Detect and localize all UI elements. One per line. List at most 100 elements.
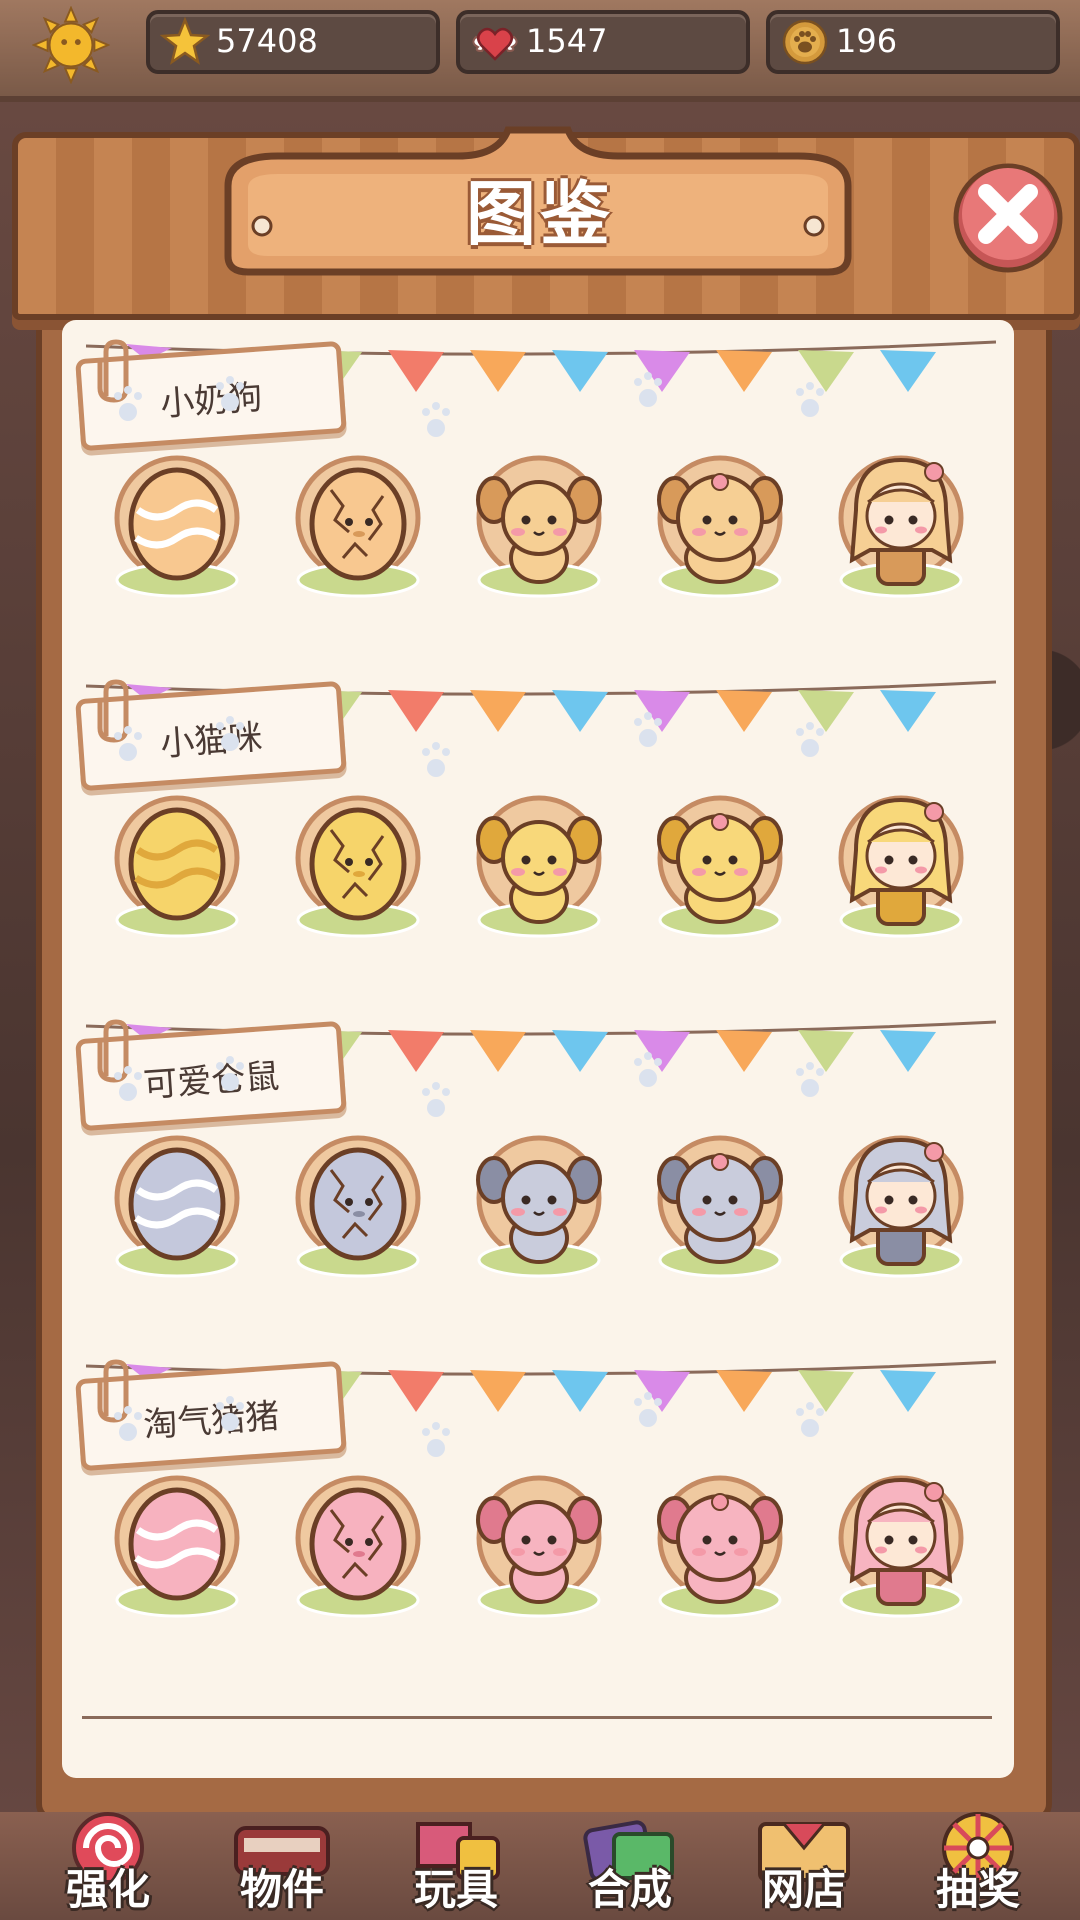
bunting-flag <box>470 1370 526 1412</box>
nav-label: 合成 <box>587 1865 672 1914</box>
pig-egg-card[interactable] <box>102 1460 252 1630</box>
cat-egg-card[interactable] <box>102 780 252 950</box>
paperclip-icon <box>97 1019 129 1083</box>
bunting-flag <box>552 1370 608 1412</box>
bunting-flag <box>388 350 444 392</box>
collection-row-dog: 小奶狗 <box>62 320 1014 630</box>
pig-cracked-egg-card[interactable] <box>283 1460 433 1630</box>
nav-shop[interactable]: 网店 <box>724 1800 884 1920</box>
collection-row-pig: 淘气猪猪 <box>62 1320 1014 1650</box>
bunting-flag <box>716 1030 772 1072</box>
dog-dog-card[interactable] <box>645 440 795 610</box>
bunting-flag <box>634 1030 690 1072</box>
bunting-flag <box>388 1370 444 1412</box>
hearts-value: 1547 <box>526 22 608 60</box>
pig-girl-card[interactable] <box>826 1460 976 1630</box>
hamster-baby-hamster-icon <box>476 1135 602 1278</box>
pig-pig-card[interactable] <box>645 1460 795 1630</box>
bunting-flag <box>634 350 690 392</box>
bunting-flag <box>388 1030 444 1072</box>
hamster-hamster-card[interactable] <box>645 1120 795 1290</box>
bunting-flag <box>634 690 690 732</box>
dog-cracked-egg-icon <box>295 455 421 598</box>
coins-value: 196 <box>836 22 898 60</box>
page-title: 图鉴 <box>466 173 614 255</box>
dog-girl-icon <box>838 455 964 598</box>
dog-girl-card[interactable] <box>826 440 976 610</box>
hamster-girl-card[interactable] <box>826 1120 976 1290</box>
bunting-flag <box>552 690 608 732</box>
hamster-hamster-icon <box>657 1135 783 1278</box>
cat-cat-card[interactable] <box>645 780 795 950</box>
cat-kitten-card[interactable] <box>464 780 614 950</box>
hamster-cracked-egg-card[interactable] <box>283 1120 433 1290</box>
nav-lottery-wheel[interactable]: 抽奖 <box>898 1800 1058 1920</box>
bunting-flag <box>552 1030 608 1072</box>
bunting-flag <box>880 1370 936 1412</box>
close-icon[interactable] <box>950 158 1066 274</box>
bunting-flag <box>470 1030 526 1072</box>
bunting-flag <box>388 690 444 732</box>
nav-label: 抽奖 <box>935 1865 1020 1914</box>
paperclip-icon <box>97 339 129 403</box>
resource-bar: 57408 1547 196 <box>0 0 1080 102</box>
nav-toy-box[interactable]: 玩具 <box>376 1800 536 1920</box>
next-collection-peek <box>82 1716 992 1749</box>
dog-cracked-egg-card[interactable] <box>283 440 433 610</box>
dog-puppy-icon <box>476 455 602 598</box>
dog-dog-icon <box>657 455 783 598</box>
dog-egg-card[interactable] <box>102 440 252 610</box>
bunting-flag <box>880 350 936 392</box>
bunting-flag <box>880 1030 936 1072</box>
bunting-flag <box>798 1370 854 1412</box>
cat-girl-card[interactable] <box>826 780 976 950</box>
nav-merge[interactable]: 合成 <box>550 1800 710 1920</box>
bunting-flag <box>798 690 854 732</box>
nav-piano[interactable]: 物件 <box>202 1800 362 1920</box>
bunting-flag <box>470 690 526 732</box>
bunting-flag <box>880 690 936 732</box>
hearts-counter: 1547 <box>456 10 750 74</box>
nav-label: 网店 <box>761 1865 846 1914</box>
pig-piglet-icon <box>476 1475 602 1618</box>
cat-kitten-icon <box>476 795 602 938</box>
bunting-flag <box>634 1370 690 1412</box>
hamster-cracked-egg-icon <box>295 1135 421 1278</box>
dog-egg-icon <box>114 455 240 598</box>
pig-cracked-egg-icon <box>295 1475 421 1618</box>
cat-egg-icon <box>114 795 240 938</box>
collection-row-cat: 小猫咪 <box>62 640 1014 970</box>
hamster-girl-icon <box>838 1135 964 1278</box>
star-icon <box>160 17 210 65</box>
stars-value: 57408 <box>216 22 318 60</box>
dog-puppy-card[interactable] <box>464 440 614 610</box>
bunting-flag <box>716 350 772 392</box>
nav-label: 强化 <box>65 1865 150 1914</box>
cat-girl-icon <box>838 795 964 938</box>
bunting-flag <box>552 350 608 392</box>
pig-pig-icon <box>657 1475 783 1618</box>
bunting-flag <box>798 1030 854 1072</box>
stars-counter: 57408 <box>146 10 440 74</box>
nav-label: 玩具 <box>413 1865 498 1914</box>
pig-piglet-card[interactable] <box>464 1460 614 1630</box>
pig-girl-icon <box>838 1475 964 1618</box>
sun-icon[interactable] <box>32 6 110 84</box>
hamster-egg-icon <box>114 1135 240 1278</box>
nav-candy[interactable]: 强化 <box>28 1800 188 1920</box>
collection-list[interactable]: 小奶狗 小猫咪 可爱仓鼠 淘气猪猪 <box>62 320 1014 1778</box>
winged-heart-icon <box>472 27 518 61</box>
nav-label: 物件 <box>239 1865 324 1914</box>
collection-row-hamster: 可爱仓鼠 <box>62 980 1014 1310</box>
pig-egg-icon <box>114 1475 240 1618</box>
hamster-egg-card[interactable] <box>102 1120 252 1290</box>
cat-cracked-egg-icon <box>295 795 421 938</box>
cat-cat-icon <box>657 795 783 938</box>
paperclip-icon <box>97 679 129 743</box>
cat-cracked-egg-card[interactable] <box>283 780 433 950</box>
bunting-flag <box>716 1370 772 1412</box>
bunting-flag <box>798 350 854 392</box>
hamster-baby-hamster-card[interactable] <box>464 1120 614 1290</box>
paperclip-icon <box>97 1359 129 1423</box>
paw-coin-icon <box>782 19 828 65</box>
